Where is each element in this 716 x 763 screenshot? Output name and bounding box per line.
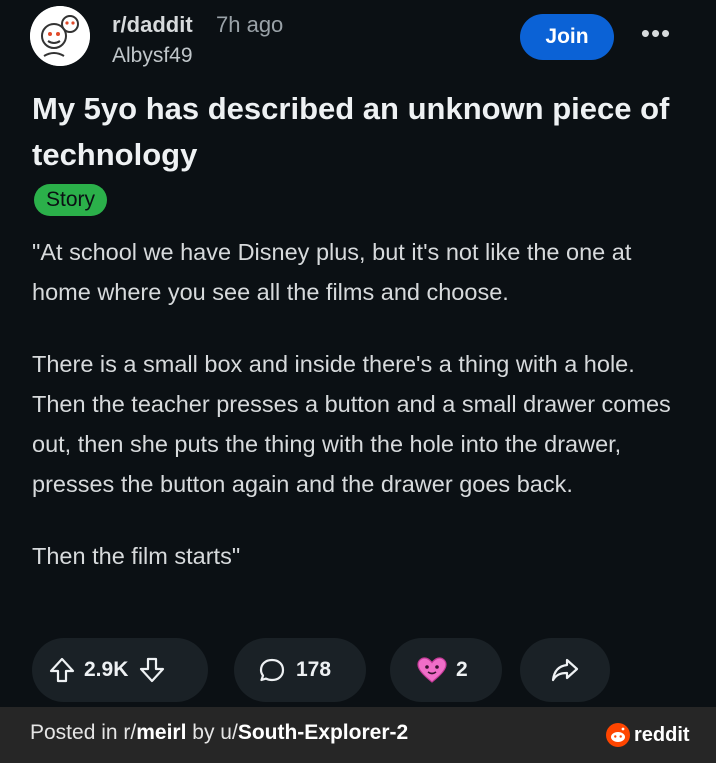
footer-by: by u/ <box>186 721 238 744</box>
footer-user[interactable]: South-Explorer-2 <box>238 721 408 744</box>
footer-subreddit[interactable]: meirl <box>136 721 186 744</box>
vote-count: 2.9K <box>84 658 129 681</box>
post-card: r/daddit 7h ago Albysf49 Join ••• My 5yo… <box>0 0 716 707</box>
downvote-icon[interactable] <box>138 656 166 684</box>
posted-in-text: Posted in r/meirl by u/South-Explorer-2 <box>30 721 408 745</box>
reddit-brand: reddit <box>606 721 690 749</box>
reddit-snoo-icon <box>606 723 630 747</box>
body-paragraph: "At school we have Disney plus, but it's… <box>32 239 632 305</box>
upvote-icon[interactable] <box>48 656 76 684</box>
comment-count: 178 <box>296 658 332 681</box>
footer-bar: Posted in r/meirl by u/South-Explorer-2 … <box>0 707 716 763</box>
action-bar: 2.9K 178 2 <box>32 638 692 702</box>
vote-pill: 2.9K <box>32 638 208 702</box>
author-username[interactable]: Albysf49 <box>112 44 193 68</box>
subreddit-name[interactable]: r/daddit <box>112 12 193 38</box>
more-options-icon[interactable]: ••• <box>636 18 676 54</box>
award-count: 2 <box>456 658 468 681</box>
subreddit-avatar[interactable] <box>30 6 90 66</box>
footer-prefix: Posted in r/ <box>30 721 137 744</box>
comment-bubble-icon <box>258 656 286 684</box>
join-button[interactable]: Join <box>520 14 614 60</box>
body-paragraph: Then the film starts" <box>32 543 241 569</box>
heart-award-icon <box>416 656 448 684</box>
reddit-wordmark: reddit <box>634 723 690 746</box>
post-age: 7h ago <box>216 12 284 37</box>
comments-button[interactable]: 178 <box>234 638 366 702</box>
post-header: r/daddit 7h ago Albysf49 Join ••• <box>30 6 690 68</box>
post-flair[interactable]: Story <box>34 184 108 216</box>
daddit-logo-icon <box>30 6 90 66</box>
award-button[interactable]: 2 <box>390 638 502 702</box>
share-arrow-icon <box>550 656 580 684</box>
post-body: "At school we have Disney plus, but it's… <box>32 232 692 608</box>
share-button[interactable] <box>520 638 610 702</box>
body-paragraph: There is a small box and inside there's … <box>32 351 671 497</box>
post-title[interactable]: My 5yo has described an unknown piece of… <box>32 86 692 178</box>
